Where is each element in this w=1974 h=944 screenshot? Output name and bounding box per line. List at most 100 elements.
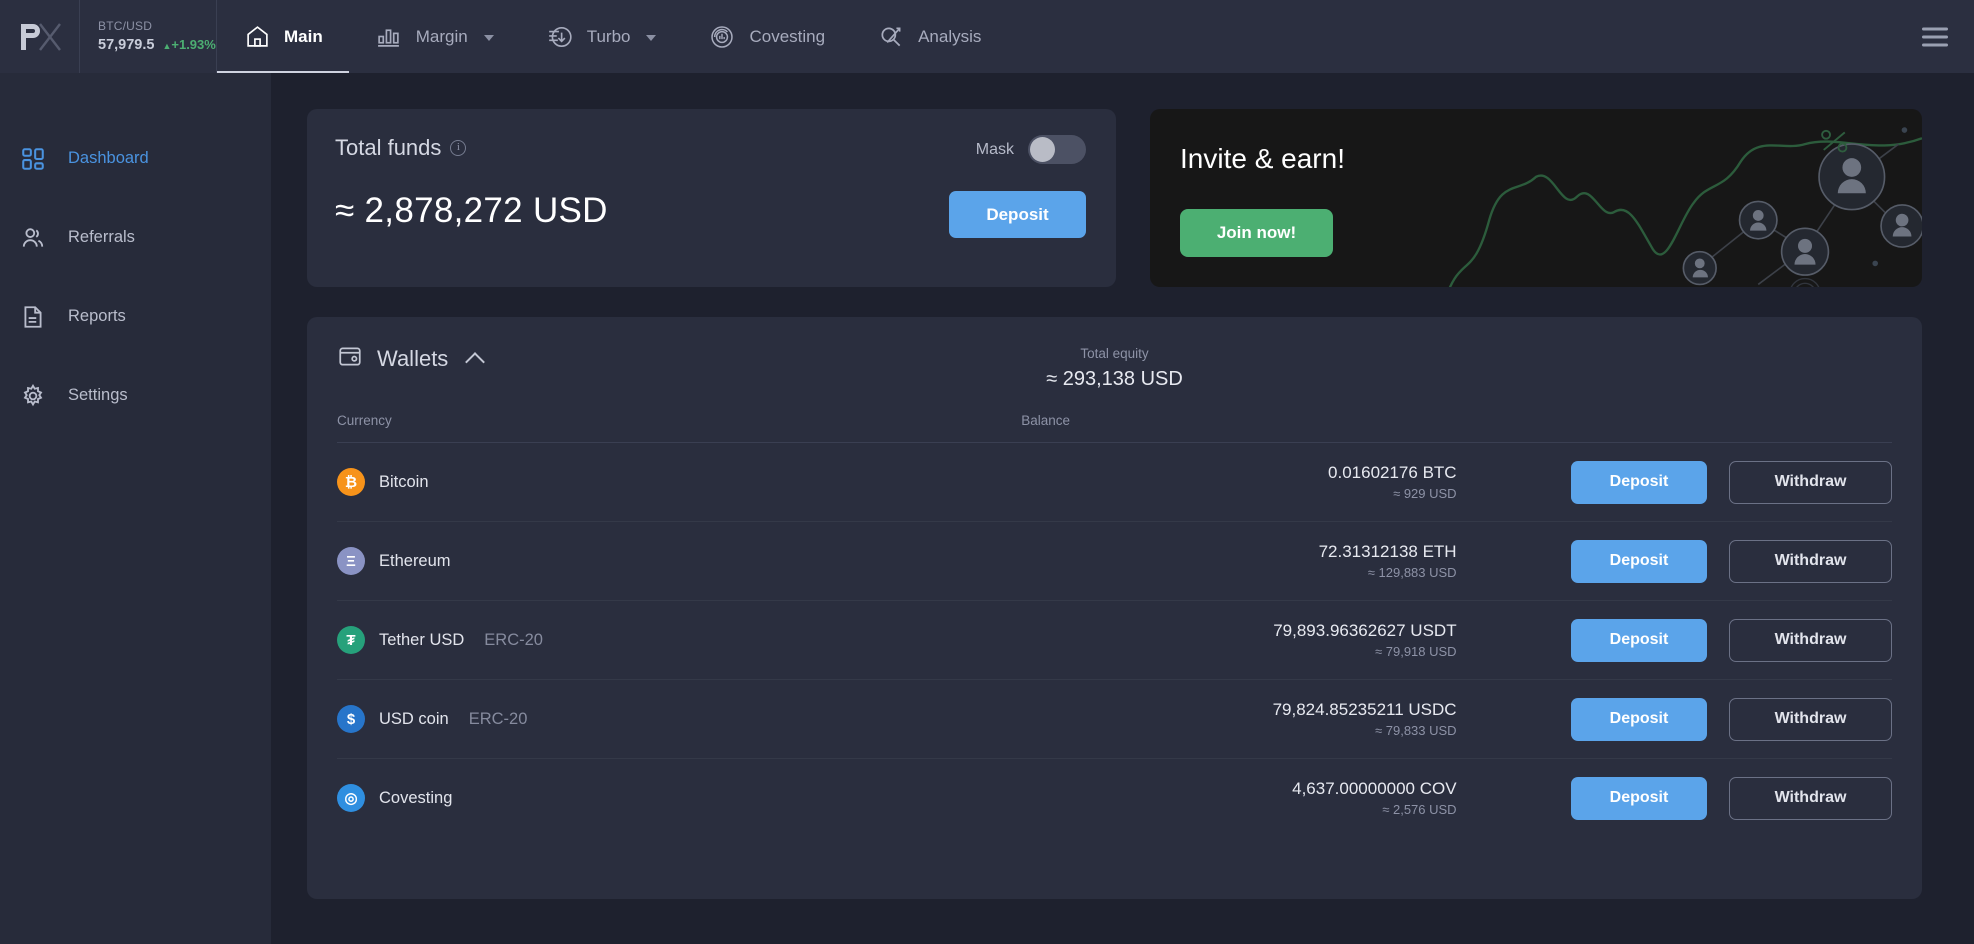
currency-cell: Ξ Ethereum bbox=[337, 521, 1022, 601]
sidebar: Dashboard Referrals Reports Settings bbox=[0, 73, 271, 944]
currency-name: Bitcoin bbox=[379, 472, 429, 491]
balance-usd-equivalent: ≈ 2,576 USD bbox=[1382, 801, 1457, 817]
deposit-button[interactable]: Deposit bbox=[949, 191, 1086, 238]
chevron-up-icon[interactable] bbox=[465, 351, 486, 372]
mask-toggle[interactable] bbox=[1028, 135, 1086, 164]
currency-name: USD coin bbox=[379, 709, 449, 728]
chevron-down-icon bbox=[646, 35, 657, 41]
wallets-header: Wallets Total equity ≈ 293,138 USD bbox=[337, 343, 1892, 405]
total-equity-label: Total equity bbox=[1080, 346, 1149, 361]
row-deposit-button[interactable]: Deposit bbox=[1571, 539, 1707, 583]
info-icon[interactable]: i bbox=[450, 140, 467, 156]
table-row: ₿ Bitcoin 0.01602176 BTC ≈ 929 USD Deposit Wi… bbox=[337, 442, 1892, 522]
actions-cell: Deposit Withdraw bbox=[1457, 759, 1892, 838]
currency-network: ERC-20 bbox=[484, 630, 543, 649]
app-root: BTC/USD 57,979.5 ▲+1.93% Main Margin Tur… bbox=[0, 0, 1974, 944]
gear-icon bbox=[18, 381, 48, 411]
row-deposit-button[interactable]: Deposit bbox=[1571, 697, 1707, 741]
sidebar-item-referrals[interactable]: Referrals bbox=[0, 198, 271, 277]
ticker-change: ▲+1.93% bbox=[162, 36, 216, 52]
ticker-price: 57,979.5 bbox=[98, 36, 155, 53]
turbo-icon bbox=[546, 23, 574, 51]
balance-usd-equivalent: ≈ 79,918 USD bbox=[1375, 643, 1457, 659]
balance-amount: 4,637.00000000 COV bbox=[1292, 778, 1457, 798]
balance-usd-equivalent: ≈ 79,833 USD bbox=[1375, 722, 1457, 738]
bar-chart-icon bbox=[375, 23, 403, 51]
join-now-button[interactable]: Join now! bbox=[1180, 209, 1333, 257]
invite-banner-title: Invite & earn! bbox=[1180, 143, 1345, 174]
ticker-values: 57,979.5 ▲+1.93% bbox=[98, 35, 216, 56]
currency-name: Tether USD bbox=[379, 630, 465, 649]
wallet-icon bbox=[337, 343, 363, 374]
balance-amount: 79,824.85235211 USDC bbox=[1272, 699, 1457, 719]
document-icon bbox=[18, 302, 48, 332]
dashboard-icon bbox=[18, 144, 48, 174]
column-header-currency: Currency bbox=[337, 405, 1022, 443]
nav-tabs: Main Margin Turbo Covesting Analysis bbox=[217, 0, 1007, 73]
total-equity-value: ≈ 293,138 USD bbox=[1046, 368, 1183, 390]
tab-analysis-label: Analysis bbox=[918, 26, 982, 46]
currency-name: Covesting bbox=[379, 788, 453, 807]
row-withdraw-button[interactable]: Withdraw bbox=[1729, 697, 1892, 741]
wallets-table-body: ₿ Bitcoin 0.01602176 BTC ≈ 929 USD Deposit Wi… bbox=[337, 442, 1892, 838]
invite-banner-artwork bbox=[1448, 127, 1922, 287]
covesting-coin-icon: ◎ bbox=[337, 784, 365, 813]
actions-cell: Deposit Withdraw bbox=[1456, 442, 1892, 522]
sidebar-item-label: Reports bbox=[68, 307, 126, 325]
tab-main-label: Main bbox=[284, 26, 323, 46]
total-funds-card: Total funds i ≈ 2,878,272 USD Mask Depos… bbox=[307, 109, 1116, 287]
bitcoin-icon: ₿ bbox=[337, 468, 365, 496]
tab-analysis[interactable]: Analysis bbox=[851, 0, 1007, 73]
top-cards-row: Total funds i ≈ 2,878,272 USD Mask Depos… bbox=[307, 109, 1922, 287]
covesting-icon bbox=[708, 23, 736, 51]
row-withdraw-button[interactable]: Withdraw bbox=[1729, 539, 1892, 583]
actions-cell: Deposit Withdraw bbox=[1456, 679, 1892, 759]
table-header-row: Currency Balance bbox=[337, 405, 1892, 443]
usdc-icon: $ bbox=[337, 705, 365, 733]
balance-amount: 0.01602176 BTC bbox=[1328, 462, 1457, 482]
total-funds-header: Total funds i bbox=[335, 135, 1086, 161]
brand-logo[interactable] bbox=[0, 0, 80, 73]
wallets-title: Wallets bbox=[377, 345, 449, 371]
top-navigation-bar: BTC/USD 57,979.5 ▲+1.93% Main Margin Tur… bbox=[0, 0, 1974, 73]
balance-cell: 0.01602176 BTC ≈ 929 USD bbox=[1021, 442, 1457, 522]
balance-amount: 79,893.96362627 USDT bbox=[1273, 620, 1457, 640]
currency-cell: ₮ Tether USD ERC-20 bbox=[337, 600, 1022, 680]
balance-usd-equivalent: ≈ 129,883 USD bbox=[1367, 564, 1457, 580]
sidebar-item-label: Settings bbox=[68, 386, 128, 404]
table-row: $ USD coin ERC-20 79,824.85235211 USDC ≈ 79,… bbox=[337, 679, 1892, 759]
tab-turbo[interactable]: Turbo bbox=[520, 0, 683, 73]
actions-cell: Deposit Withdraw bbox=[1456, 600, 1892, 680]
currency-cell: ₿ Bitcoin bbox=[337, 442, 1022, 522]
sidebar-item-dashboard[interactable]: Dashboard bbox=[0, 119, 271, 198]
balance-cell: 4,637.00000000 COV ≈ 2,576 USD bbox=[1021, 759, 1456, 838]
wallets-table: Currency Balance ₿ Bitcoin 0.01602176 BTC ≈… bbox=[337, 405, 1892, 838]
row-deposit-button[interactable]: Deposit bbox=[1571, 460, 1707, 504]
row-deposit-button[interactable]: Deposit bbox=[1571, 776, 1707, 820]
tab-covesting[interactable]: Covesting bbox=[682, 0, 851, 73]
wallets-table-head: Currency Balance bbox=[337, 405, 1892, 443]
row-withdraw-button[interactable]: Withdraw bbox=[1729, 460, 1892, 504]
balance-cell: 79,824.85235211 USDC ≈ 79,833 USD bbox=[1021, 679, 1457, 759]
sidebar-item-settings[interactable]: Settings bbox=[0, 356, 271, 435]
row-deposit-button[interactable]: Deposit bbox=[1571, 618, 1707, 662]
sidebar-item-label: Referrals bbox=[68, 228, 135, 246]
sidebar-item-reports[interactable]: Reports bbox=[0, 277, 271, 356]
ticker-btc-usd[interactable]: BTC/USD 57,979.5 ▲+1.93% bbox=[80, 0, 217, 73]
home-icon bbox=[243, 23, 271, 51]
tab-main[interactable]: Main bbox=[217, 0, 349, 73]
currency-cell: ◎ Covesting bbox=[337, 759, 1021, 838]
row-withdraw-button[interactable]: Withdraw bbox=[1729, 618, 1892, 662]
total-equity-group: Total equity ≈ 293,138 USD bbox=[1046, 343, 1183, 393]
tab-margin[interactable]: Margin bbox=[349, 0, 520, 73]
hamburger-icon[interactable] bbox=[1922, 27, 1948, 46]
toggle-knob bbox=[1030, 137, 1055, 162]
column-header-balance: Balance bbox=[1021, 405, 1892, 443]
tab-covesting-label: Covesting bbox=[749, 26, 826, 46]
total-funds-title: Total funds bbox=[335, 135, 442, 160]
hamburger-bar bbox=[1922, 27, 1948, 30]
row-withdraw-button[interactable]: Withdraw bbox=[1729, 776, 1892, 820]
hamburger-bar bbox=[1922, 35, 1948, 38]
invite-and-earn-banner[interactable]: Invite & earn! Join now! bbox=[1150, 109, 1922, 287]
ethereum-icon: Ξ bbox=[337, 547, 365, 575]
